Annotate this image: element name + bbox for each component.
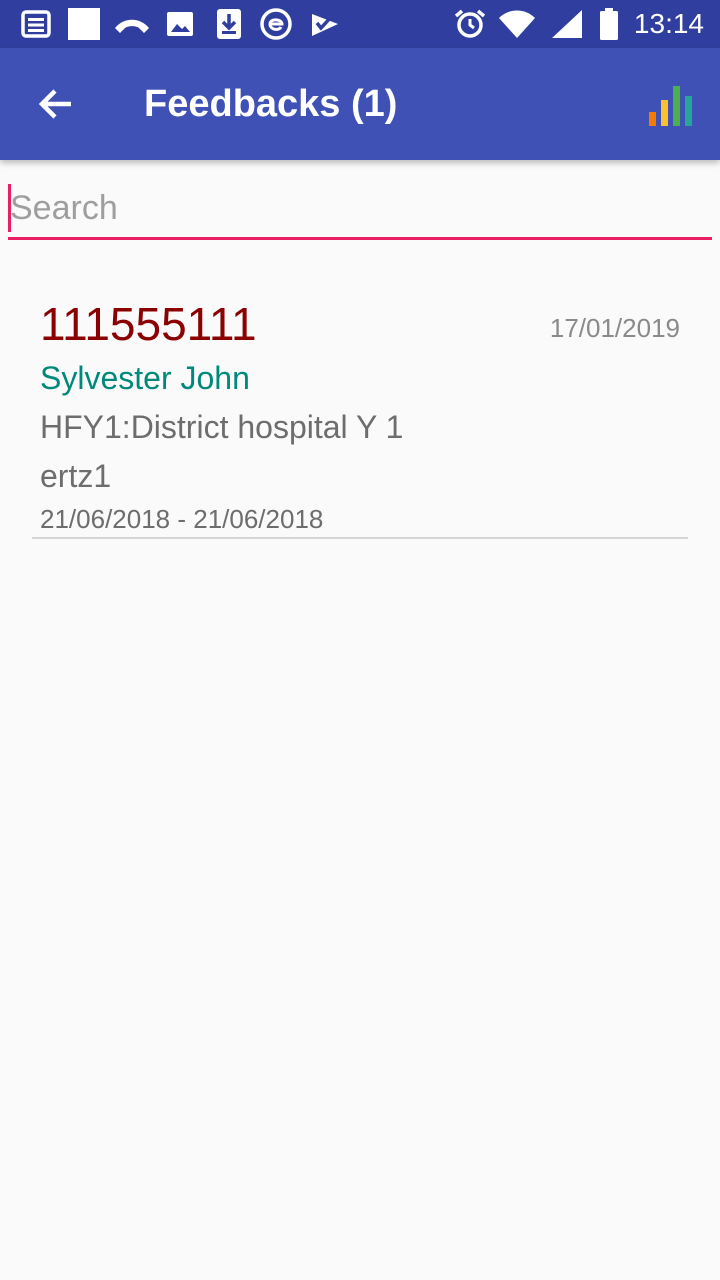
search-bar (8, 180, 712, 246)
status-time: 13:14 (633, 8, 704, 39)
feedback-code: ertz1 (40, 458, 112, 494)
news-icon (21, 10, 51, 38)
search-input[interactable] (8, 180, 712, 240)
cell-signal-icon (552, 10, 582, 38)
battery-icon (600, 8, 618, 40)
missed-call-icon (115, 19, 149, 33)
feedback-period: 21/06/2018 - 21/06/2018 (40, 504, 324, 534)
statistics-button[interactable] (640, 78, 704, 134)
alarm-icon (454, 9, 486, 38)
bar-chart-icon (649, 86, 692, 126)
status-bar: 13:14 (0, 0, 720, 48)
text-cursor (8, 184, 11, 232)
download-icon (217, 9, 241, 39)
page-title: Feedbacks (1) (144, 83, 398, 125)
e-app-icon (260, 8, 292, 40)
wifi-icon (499, 10, 535, 38)
image-icon (167, 12, 193, 36)
back-button[interactable] (24, 74, 88, 134)
arrow-back-icon (38, 89, 71, 119)
feedback-number: 111555111 (40, 298, 257, 350)
blank-square-icon (68, 8, 100, 40)
app-bar: Feedbacks (1) (0, 48, 720, 160)
feedback-date: 17/01/2019 (549, 313, 680, 343)
feedback-person-name: Sylvester John (40, 360, 250, 396)
feedback-list-item[interactable]: 111555111 17/01/2019 Sylvester John HFY1… (32, 290, 688, 539)
feedback-facility: HFY1:District hospital Y 1 (40, 409, 404, 445)
checklist-icon (312, 14, 338, 36)
